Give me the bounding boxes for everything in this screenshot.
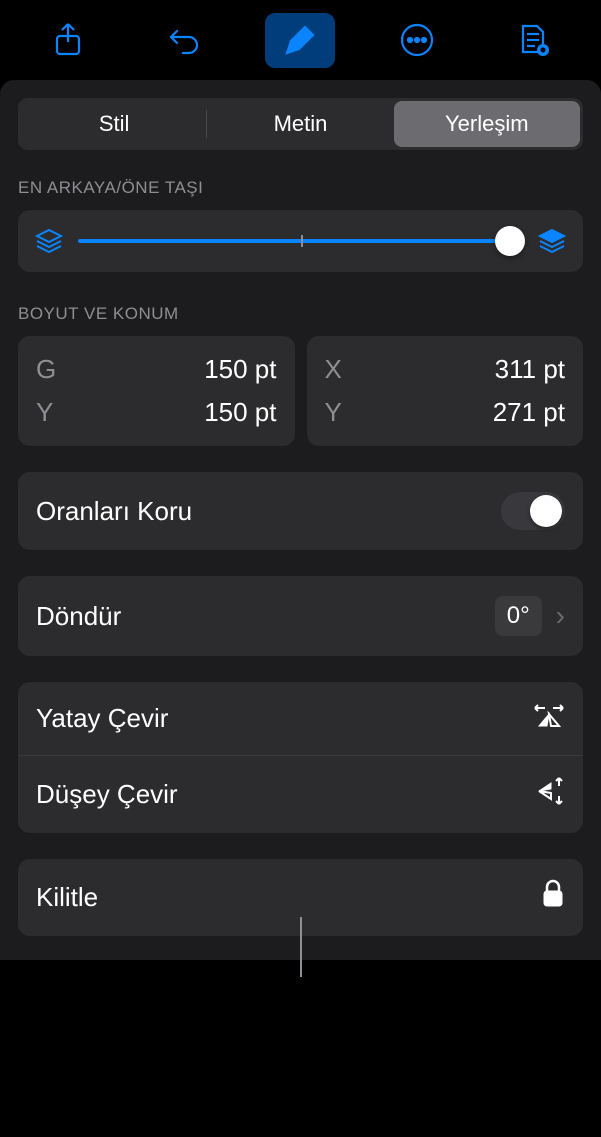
share-button[interactable] xyxy=(33,13,103,68)
move-section-header: EN ARKAYA/ÖNE TAŞI xyxy=(18,178,583,198)
size-position-group: G 150 pt Y 150 pt X 311 pt Y 271 pt xyxy=(18,336,583,446)
more-button[interactable] xyxy=(382,13,452,68)
lock-label: Kilitle xyxy=(36,882,98,913)
bring-to-front-icon[interactable] xyxy=(537,228,567,254)
flip-horizontal-row[interactable]: Yatay Çevir xyxy=(18,682,583,755)
lock-icon xyxy=(541,879,565,916)
size-card[interactable]: G 150 pt Y 150 pt xyxy=(18,336,295,446)
rotate-row[interactable]: Döndür 0° › xyxy=(18,576,583,656)
undo-icon xyxy=(167,25,201,55)
tab-style[interactable]: Stil xyxy=(21,101,207,147)
flip-card: Yatay Çevir Düşey Çevir xyxy=(18,682,583,833)
format-tabs: Stil Metin Yerleşim xyxy=(18,98,583,150)
format-brush-icon xyxy=(283,23,317,57)
document-button[interactable] xyxy=(498,13,568,68)
toggle-knob xyxy=(530,495,562,527)
arrange-slider[interactable] xyxy=(78,239,523,243)
top-toolbar xyxy=(0,0,601,80)
flip-v-label: Düşey Çevir xyxy=(36,779,178,810)
height-value: 150 pt xyxy=(204,397,276,428)
rotate-label: Döndür xyxy=(36,601,121,632)
tab-layout[interactable]: Yerleşim xyxy=(394,101,580,147)
rotate-value: 0° xyxy=(495,596,542,636)
flip-h-label: Yatay Çevir xyxy=(36,703,168,734)
share-icon xyxy=(53,22,83,58)
constrain-card: Oranları Koru xyxy=(18,472,583,550)
x-label: X xyxy=(325,354,342,385)
chevron-right-icon: › xyxy=(556,600,565,632)
size-section-header: BOYUT VE KONUM xyxy=(18,304,583,324)
slider-tick xyxy=(301,235,303,247)
undo-button[interactable] xyxy=(149,13,219,68)
flip-vertical-icon xyxy=(535,776,565,813)
home-indicator xyxy=(300,917,302,977)
slider-thumb[interactable] xyxy=(495,226,525,256)
constrain-toggle[interactable] xyxy=(501,492,565,530)
rotate-card: Döndür 0° › xyxy=(18,576,583,656)
arrange-slider-card xyxy=(18,210,583,272)
format-panel: Stil Metin Yerleşim EN ARKAYA/ÖNE TAŞI B… xyxy=(0,80,601,960)
width-value: 150 pt xyxy=(204,354,276,385)
send-to-back-icon[interactable] xyxy=(34,228,64,254)
height-label: Y xyxy=(36,397,53,428)
width-label: G xyxy=(36,354,56,385)
format-button[interactable] xyxy=(265,13,335,68)
flip-vertical-row[interactable]: Düşey Çevir xyxy=(18,755,583,833)
constrain-proportions-row[interactable]: Oranları Koru xyxy=(18,472,583,550)
tab-text[interactable]: Metin xyxy=(207,101,393,147)
document-icon xyxy=(517,22,549,58)
constrain-label: Oranları Koru xyxy=(36,496,192,527)
x-value: 311 pt xyxy=(495,354,565,385)
y-value: 271 pt xyxy=(493,397,565,428)
more-icon xyxy=(400,23,434,57)
flip-horizontal-icon xyxy=(533,702,565,735)
position-card[interactable]: X 311 pt Y 271 pt xyxy=(307,336,584,446)
y-label: Y xyxy=(325,397,342,428)
